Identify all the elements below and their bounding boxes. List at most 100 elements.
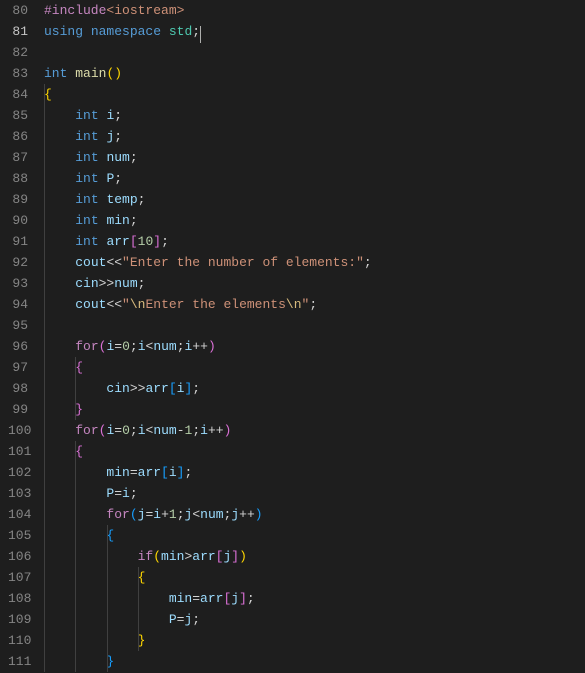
token: main	[75, 66, 106, 81]
line-number: 110	[8, 630, 28, 651]
token: ;	[138, 276, 146, 291]
line-number-gutter: 8081828384858687888990919293949596979899…	[0, 0, 40, 673]
token: int	[44, 66, 67, 81]
token: \n	[286, 297, 302, 312]
code-line[interactable]	[44, 42, 585, 63]
code-line[interactable]: {	[44, 357, 585, 378]
token: {	[75, 360, 83, 375]
code-line[interactable]: int num;	[44, 147, 585, 168]
token: 0	[122, 339, 130, 354]
code-line[interactable]: cin>>num;	[44, 273, 585, 294]
token: \n	[130, 297, 146, 312]
token	[44, 171, 75, 186]
code-line[interactable]: }	[44, 630, 585, 651]
line-number: 86	[8, 126, 28, 147]
token: ;	[247, 591, 255, 606]
code-line[interactable]: #include<iostream>	[44, 0, 585, 21]
token: int	[75, 150, 98, 165]
code-line[interactable]	[44, 315, 585, 336]
token: P	[169, 612, 177, 627]
token: int	[75, 171, 98, 186]
line-number: 87	[8, 147, 28, 168]
token	[44, 402, 75, 417]
line-number: 98	[8, 378, 28, 399]
code-line[interactable]: if(min>arr[j])	[44, 546, 585, 567]
line-number: 84	[8, 84, 28, 105]
token: ;	[130, 423, 138, 438]
code-line[interactable]: int main()	[44, 63, 585, 84]
token: i	[122, 486, 130, 501]
token: arr	[106, 234, 129, 249]
token: ;	[192, 612, 200, 627]
code-line[interactable]: cout<<"\nEnter the elements\n";	[44, 294, 585, 315]
token: num	[200, 507, 223, 522]
code-line[interactable]: cout<<"Enter the number of elements:";	[44, 252, 585, 273]
code-line[interactable]: int temp;	[44, 189, 585, 210]
code-line[interactable]: for(j=i+1;j<num;j++)	[44, 504, 585, 525]
indent-guide	[75, 441, 76, 672]
token	[44, 129, 75, 144]
line-number: 90	[8, 210, 28, 231]
line-number: 93	[8, 273, 28, 294]
token: =	[192, 591, 200, 606]
token	[44, 108, 75, 123]
line-number: 109	[8, 609, 28, 630]
token: ;	[130, 150, 138, 165]
code-line[interactable]: using namespace std;	[44, 21, 585, 42]
code-line[interactable]: cin>>arr[i];	[44, 378, 585, 399]
token: min	[106, 465, 129, 480]
token: ;	[114, 171, 122, 186]
token	[44, 339, 75, 354]
token: ]	[231, 549, 239, 564]
line-number: 83	[8, 63, 28, 84]
token: ;	[309, 297, 317, 312]
code-line[interactable]: int P;	[44, 168, 585, 189]
code-line[interactable]: int i;	[44, 105, 585, 126]
token: =	[114, 423, 122, 438]
token: ]	[153, 234, 161, 249]
line-number: 104	[8, 504, 28, 525]
code-area[interactable]: #include<iostream>using namespace std;in…	[40, 0, 585, 673]
token: ;	[177, 339, 185, 354]
line-number: 108	[8, 588, 28, 609]
token: num	[153, 339, 176, 354]
token: =	[130, 465, 138, 480]
token: temp	[106, 192, 137, 207]
token: arr	[138, 465, 161, 480]
token	[44, 234, 75, 249]
code-line[interactable]: min=arr[j];	[44, 588, 585, 609]
token: )	[208, 339, 216, 354]
line-number: 94	[8, 294, 28, 315]
code-editor[interactable]: 8081828384858687888990919293949596979899…	[0, 0, 585, 673]
code-line[interactable]: P=j;	[44, 609, 585, 630]
token	[44, 255, 75, 270]
token: for	[75, 339, 98, 354]
token: cin	[75, 276, 98, 291]
code-line[interactable]: P=i;	[44, 483, 585, 504]
code-line[interactable]: int j;	[44, 126, 585, 147]
token: ++	[239, 507, 255, 522]
token: }	[75, 402, 83, 417]
token: namespace	[91, 24, 161, 39]
code-line[interactable]: min=arr[i];	[44, 462, 585, 483]
token: ;	[130, 339, 138, 354]
line-number: 91	[8, 231, 28, 252]
token: 1	[169, 507, 177, 522]
code-line[interactable]: int min;	[44, 210, 585, 231]
code-line[interactable]: }	[44, 651, 585, 672]
token: min	[169, 591, 192, 606]
code-line[interactable]: int arr[10];	[44, 231, 585, 252]
token: )	[114, 66, 122, 81]
code-line[interactable]: for(i=0;i<num-1;i++)	[44, 420, 585, 441]
code-line[interactable]: }	[44, 399, 585, 420]
token: ;	[364, 255, 372, 270]
code-line[interactable]: {	[44, 441, 585, 462]
code-line[interactable]: {	[44, 525, 585, 546]
token: arr	[192, 549, 215, 564]
token: )	[224, 423, 232, 438]
line-number: 82	[8, 42, 28, 63]
code-line[interactable]: {	[44, 84, 585, 105]
code-line[interactable]: for(i=0;i<num;i++)	[44, 336, 585, 357]
token: cout	[75, 297, 106, 312]
code-line[interactable]: {	[44, 567, 585, 588]
